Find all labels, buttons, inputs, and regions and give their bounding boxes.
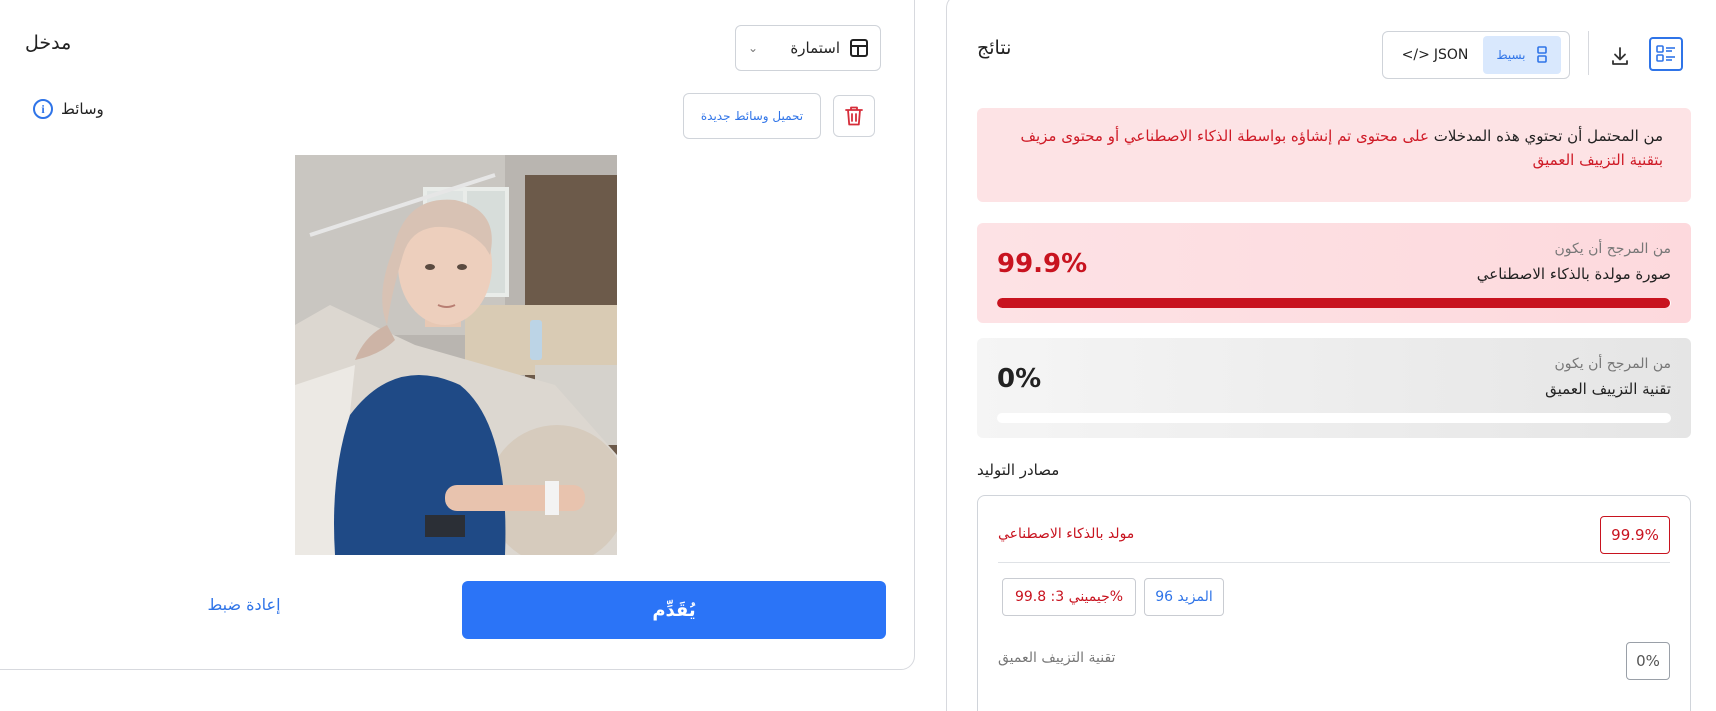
ai-source-badge: 99.9% — [1600, 516, 1670, 554]
score-progress-fill — [997, 298, 1671, 308]
uploaded-photo — [295, 155, 617, 555]
generation-sources-box: مولد بالذكاء الاصطناعي 99.9% جيميني 3: 9… — [977, 495, 1691, 711]
media-label: وسائط — [61, 100, 104, 118]
deepfake-source-label: تقنية التزييف العميق — [998, 650, 1116, 666]
view-json-option[interactable]: </> JSON — [1387, 36, 1483, 74]
download-button[interactable] — [1603, 39, 1637, 73]
list-detail-icon — [1656, 45, 1675, 62]
score-kind-label: صورة مولدة بالذكاء الاصطناعي — [1476, 265, 1671, 283]
delete-media-button[interactable] — [833, 95, 875, 137]
score-kind-label: تقنية التزييف العميق — [1545, 380, 1671, 398]
view-toggle: </> JSON بسيط — [1382, 31, 1570, 79]
deepfake-score-card: 0% من المرجح أن يكون تقنية التزييف العمي… — [977, 338, 1691, 438]
list-view-button[interactable] — [1649, 37, 1683, 71]
view-simple-label: بسيط — [1496, 48, 1526, 62]
results-panel: نتائج </> JSON بسيط من المحتمل أن تحتوي … — [946, 0, 1716, 711]
toolbar-divider — [1588, 31, 1589, 75]
score-percent: 99.9% — [997, 249, 1088, 279]
code-icon: </> — [1401, 47, 1430, 63]
view-simple-option[interactable]: بسيط — [1483, 36, 1561, 74]
more-sources-chip[interactable]: 96 المزيد — [1144, 578, 1224, 616]
info-icon[interactable]: i — [33, 99, 53, 119]
ai-source-label: مولد بالذكاء الاصطناعي — [998, 526, 1135, 542]
photo-illustration — [295, 155, 617, 555]
score-likely-label: من المرجح أن يكون — [1554, 241, 1671, 257]
score-progress-bar — [997, 298, 1671, 308]
layout-stack-icon — [1536, 46, 1547, 63]
gemini-source-chip: جيميني 3: 99.8% — [1002, 578, 1136, 616]
layout-template-icon — [850, 39, 868, 57]
sources-divider — [998, 562, 1670, 563]
reset-button[interactable]: إعادة ضبط — [199, 595, 289, 614]
upload-media-button[interactable]: تحميل وسائط جديدة — [683, 93, 821, 139]
deepfake-source-badge: 0% — [1626, 642, 1670, 680]
view-json-label: JSON — [1433, 47, 1469, 63]
mode-select[interactable]: ⌄ استمارة — [735, 25, 881, 71]
alert-prefix: من المحتمل أن تحتوي هذه المدخلات — [1433, 127, 1663, 145]
score-percent: 0% — [997, 364, 1042, 394]
ai-generated-score-card: 99.9% من المرجح أن يكون صورة مولدة بالذك… — [977, 223, 1691, 323]
detection-alert: من المحتمل أن تحتوي هذه المدخلات على محت… — [977, 108, 1691, 202]
score-likely-label: من المرجح أن يكون — [1554, 356, 1671, 372]
chevron-down-icon: ⌄ — [748, 41, 759, 55]
media-label-group: i وسائط — [33, 99, 104, 119]
input-title: مدخل — [25, 32, 72, 54]
submit-button[interactable]: يُقَدِّم — [462, 581, 886, 639]
score-progress-bar — [997, 413, 1671, 423]
results-title: نتائج — [977, 37, 1012, 59]
download-icon — [1612, 47, 1628, 65]
mode-select-label: استمارة — [790, 39, 840, 57]
sources-title: مصادر التوليد — [977, 461, 1060, 479]
trash-icon — [845, 106, 863, 126]
input-panel: مدخل ⌄ استمارة i وسائط تحميل وسائط جديدة — [0, 0, 915, 670]
